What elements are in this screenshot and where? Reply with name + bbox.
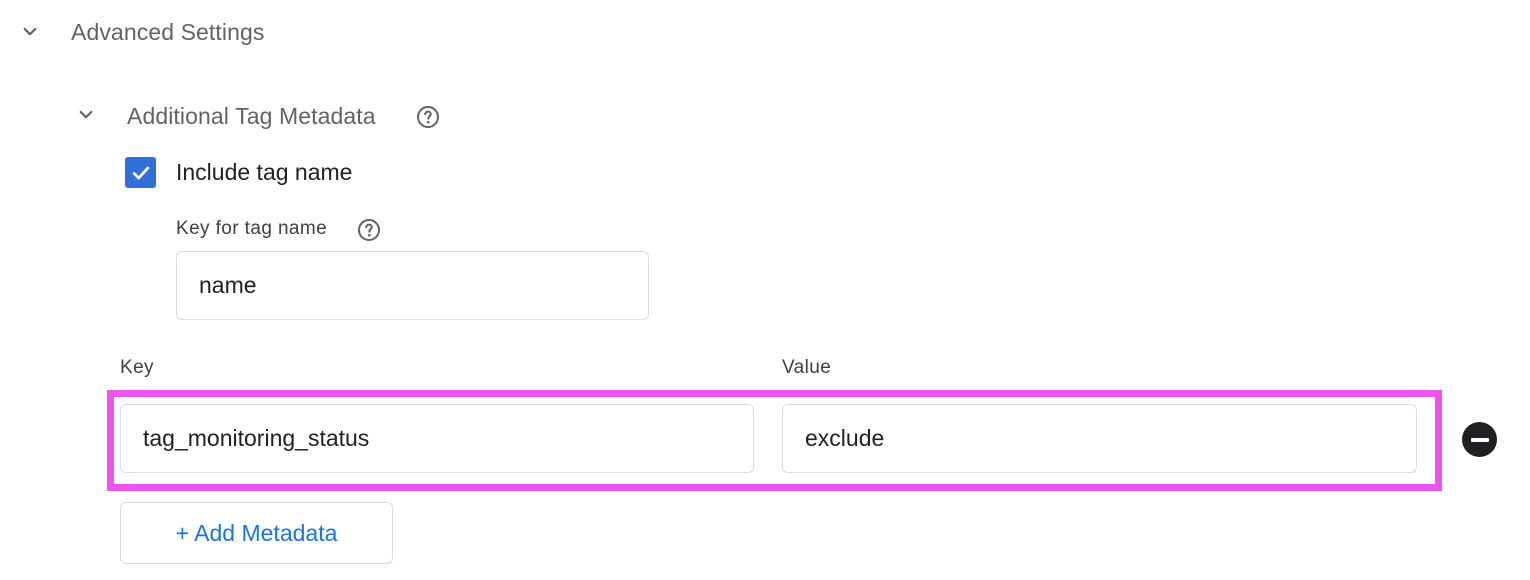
tag-metadata-title[interactable]: Additional Tag Metadata	[127, 103, 376, 130]
remove-bar	[1470, 437, 1489, 442]
value-column-header: Value	[782, 357, 832, 378]
key-for-tag-name-input[interactable]	[176, 251, 649, 320]
check-icon	[132, 166, 149, 179]
include-tag-name-label[interactable]: Include tag name	[176, 159, 352, 186]
metadata-key-input[interactable]	[120, 404, 754, 473]
tag-metadata-chevron-down-icon[interactable]	[74, 103, 98, 127]
key-column-header: Key	[120, 357, 154, 378]
key-for-tag-name-help-icon[interactable]	[357, 218, 381, 242]
tag-metadata-help-icon[interactable]	[416, 105, 440, 129]
remove-row-icon[interactable]	[1462, 422, 1497, 457]
add-metadata-button[interactable]: + Add Metadata	[120, 502, 393, 564]
key-for-tag-name-label: Key for tag name	[176, 218, 328, 239]
include-tag-name-checkbox[interactable]	[125, 157, 156, 188]
metadata-value-input[interactable]	[782, 404, 1417, 473]
advanced-settings-title[interactable]: Advanced Settings	[71, 19, 265, 46]
advanced-settings-chevron-down-icon[interactable]	[18, 20, 42, 44]
